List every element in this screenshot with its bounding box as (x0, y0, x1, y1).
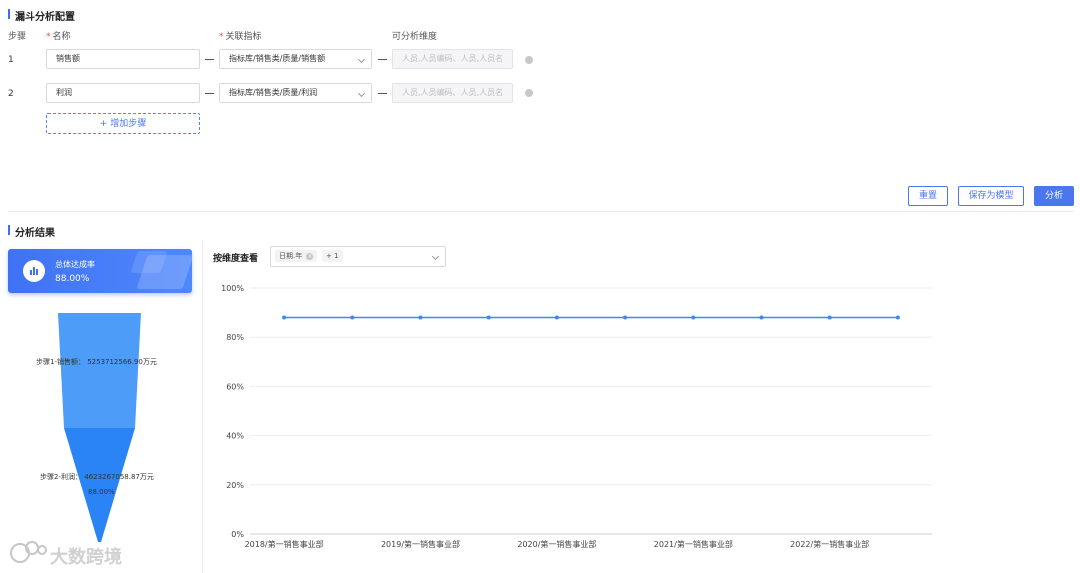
bar-chart-icon (23, 260, 45, 282)
dimension-filter-label: 按维度查看 (213, 254, 259, 264)
connector-dash (205, 59, 214, 60)
connector-dash (378, 93, 387, 94)
dimension-tag[interactable]: 日期.年 × (275, 250, 318, 262)
section-divider (8, 211, 1074, 212)
dimension-column-header: 可分析维度 (392, 32, 438, 42)
chevron-down-icon (431, 252, 440, 261)
step-number: 2 (8, 89, 14, 99)
funnel-step-2 (64, 428, 135, 542)
kpi-value: 88.00% (55, 274, 90, 284)
chevron-down-icon (357, 55, 366, 64)
watermark-logo-icon (10, 541, 47, 563)
data-point[interactable] (486, 315, 491, 320)
funnel-step-1 (58, 313, 141, 428)
connector-dash (378, 59, 387, 60)
more-tags-badge: + 1 (322, 250, 343, 262)
dimension-field: 人员,人员编码、人员,人员名 (392, 83, 513, 103)
step-name-input[interactable]: 利润 (46, 83, 200, 103)
data-point[interactable] (554, 315, 559, 320)
step-name-input[interactable]: 销售额 (46, 49, 200, 69)
indicator-select[interactable]: 指标库/销售类/质量/利润 (219, 83, 372, 103)
x-tick-label: 2018/第一销售事业部 (245, 539, 324, 549)
analyze-button[interactable]: 分析 (1034, 186, 1074, 206)
indicator-select-value: 指标库/销售类/质量/销售额 (229, 54, 326, 63)
data-point[interactable] (691, 315, 696, 320)
x-tick-label: 2019/第一销售事业部 (381, 539, 460, 549)
y-tick-label: 60% (226, 382, 244, 391)
name-column-header: * 名称 (46, 32, 71, 42)
indicator-select-value: 指标库/销售类/质量/利润 (229, 88, 318, 97)
y-tick-label: 100% (221, 284, 244, 293)
data-point[interactable] (282, 315, 287, 320)
step-number: 1 (8, 55, 14, 65)
overall-rate-card: 总体达成率 88.00% (8, 249, 192, 293)
achievement-line-chart: 0% 20% 40% 60% 80% 100% 2018/第一销售事业部 2019/第一销售事… (221, 284, 932, 549)
data-point[interactable] (895, 315, 900, 320)
data-point[interactable] (623, 315, 628, 320)
data-point[interactable] (350, 315, 355, 320)
connector-dash (205, 93, 214, 94)
step-column-header: 步骤 (8, 32, 27, 42)
watermark-text: 大数跨境 (50, 547, 122, 568)
funnel-step-label: 步骤2-利润： 4623267058.87万元 (40, 473, 154, 481)
y-tick-label: 40% (226, 432, 244, 441)
dimension-filter-select[interactable]: 日期.年 × + 1 (270, 246, 446, 267)
section-marker (8, 9, 10, 19)
funnel-step-rate: 88.00% (88, 488, 115, 496)
data-point[interactable] (418, 315, 423, 320)
remove-step-icon[interactable] (525, 89, 533, 97)
indicator-column-header: * 关联指标 (219, 32, 262, 42)
x-tick-label: 2020/第一销售事业部 (517, 539, 596, 549)
x-tick-label: 2021/第一销售事业部 (654, 539, 733, 549)
x-tick-label: 2022/第一销售事业部 (790, 539, 869, 549)
kpi-label: 总体达成率 (55, 260, 95, 269)
dimension-tag-label: 日期.年 (279, 252, 303, 260)
dimension-field: 人员,人员编码、人员,人员名 (392, 49, 513, 69)
card-decoration (136, 255, 192, 289)
chevron-down-icon (357, 89, 366, 98)
y-tick-label: 20% (226, 481, 244, 490)
funnel-step-label: 步骤1-销售额： 5253712566.90万元 (36, 358, 157, 366)
y-tick-label: 80% (226, 333, 244, 342)
remove-step-icon[interactable] (525, 56, 533, 64)
result-section-title: 分析结果 (15, 228, 55, 239)
indicator-select[interactable]: 指标库/销售类/质量/销售额 (219, 49, 372, 69)
y-tick-label: 0% (231, 530, 244, 539)
section-marker (8, 225, 10, 235)
close-icon[interactable]: × (306, 253, 314, 260)
funnel-chart (58, 313, 141, 542)
watermark: 大数跨境 (8, 538, 148, 568)
panel-divider (202, 240, 203, 573)
data-point[interactable] (827, 315, 832, 320)
save-model-button[interactable]: 保存为模型 (958, 186, 1024, 206)
reset-button[interactable]: 重置 (908, 186, 948, 206)
add-step-button[interactable]: + 增加步骤 (46, 113, 200, 134)
data-point[interactable] (759, 315, 764, 320)
config-section-title: 漏斗分析配置 (15, 12, 75, 23)
